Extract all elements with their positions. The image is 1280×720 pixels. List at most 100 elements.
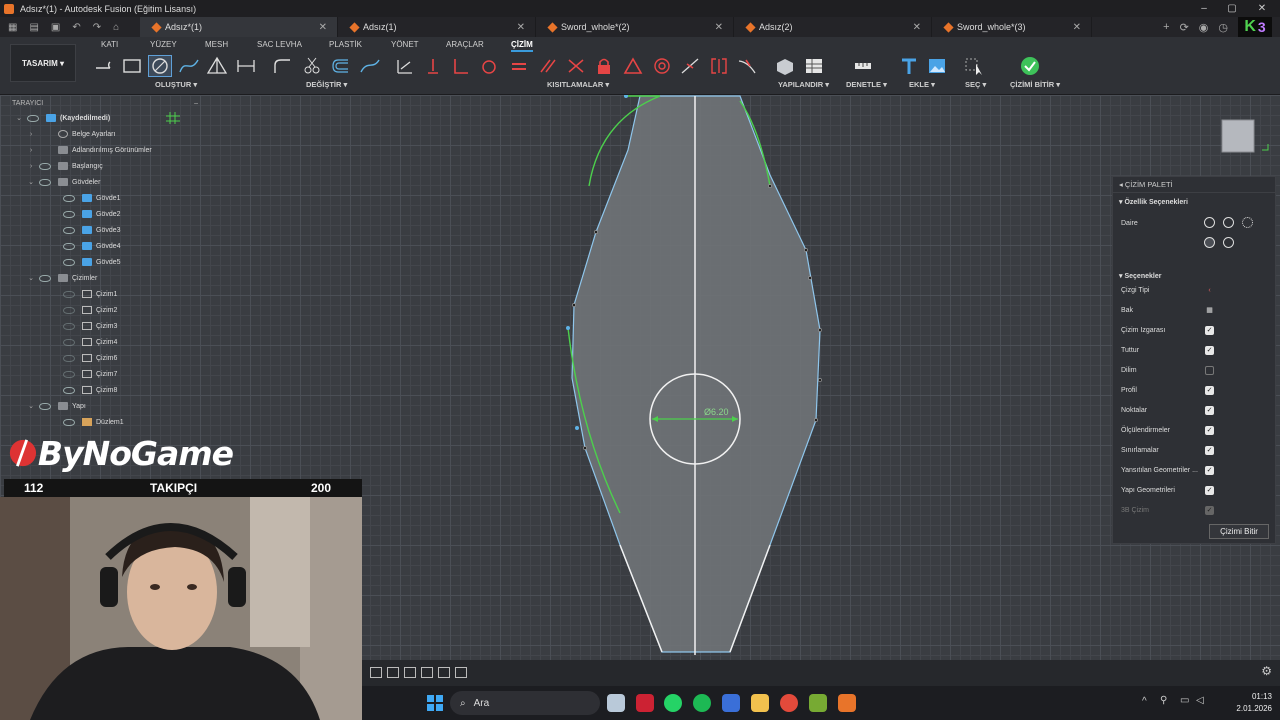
browser-item[interactable]: › Başlangıç: [6, 158, 202, 174]
app-icon-red[interactable]: [636, 694, 654, 712]
insert-group-label[interactable]: EKLE ▾: [909, 80, 935, 89]
select-cursor-icon[interactable]: [962, 55, 986, 77]
doc-tab-5[interactable]: Sword_whole*(3) ✕: [932, 17, 1092, 37]
collinear-icon[interactable]: [564, 55, 588, 77]
close-tab-icon[interactable]: ✕: [715, 22, 723, 33]
timeline-feature-icon[interactable]: [455, 667, 467, 678]
concentric-icon[interactable]: [650, 55, 674, 77]
tangent-circle-icon[interactable]: [1204, 237, 1215, 248]
fusion-taskbar-icon[interactable]: [838, 694, 856, 712]
browser-item[interactable]: Çizim3: [6, 318, 202, 334]
line-type-icon[interactable]: ‹: [1205, 286, 1214, 295]
browser-item[interactable]: Gövde2: [6, 206, 202, 222]
tray-chevron-icon[interactable]: ^: [1142, 696, 1147, 707]
ribbon-tab-mesh[interactable]: MESH: [205, 40, 228, 49]
create-group-label[interactable]: OLUŞTUR ▾: [155, 80, 197, 89]
close-window-button[interactable]: ✕: [1248, 0, 1276, 17]
palette-option-checkbox[interactable]: ✓: [1205, 465, 1214, 475]
palette-option-checkbox[interactable]: ✓: [1205, 505, 1214, 515]
configure-group-label[interactable]: YAPILANDIR ▾: [778, 80, 829, 89]
extend-tool-icon[interactable]: [358, 55, 382, 77]
visibility-eye-icon[interactable]: [63, 210, 75, 218]
chrome-icon[interactable]: [780, 694, 798, 712]
palette-option-checkbox[interactable]: ✓: [1205, 385, 1214, 395]
line-tool-icon[interactable]: [92, 55, 116, 77]
ribbon-tab-sketch[interactable]: ÇİZİM: [511, 40, 533, 52]
select-group-label[interactable]: SEÇ ▾: [965, 80, 986, 89]
palette-option-checkbox[interactable]: ✓: [1205, 345, 1214, 355]
doc-tab-3[interactable]: Sword_whole*(2) ✕: [536, 17, 734, 37]
microphone-icon[interactable]: ⚲: [1160, 695, 1167, 706]
new-tab-icon[interactable]: +: [1163, 21, 1169, 33]
constraints-group-label[interactable]: KISITLAMALAR ▾: [547, 80, 609, 89]
visibility-eye-icon[interactable]: [27, 114, 39, 122]
close-tab-icon[interactable]: ✕: [517, 22, 525, 33]
taskbar-clock[interactable]: 01:13 2.01.2026: [1236, 691, 1272, 715]
close-tab-icon[interactable]: ✕: [1073, 22, 1081, 33]
browser-item[interactable]: ⌄ Çizimler: [6, 270, 202, 286]
close-tab-icon[interactable]: ✕: [319, 22, 327, 33]
browser-item[interactable]: Çizim4: [6, 334, 202, 350]
visibility-eye-icon[interactable]: [63, 322, 75, 330]
visibility-eye-icon[interactable]: [63, 258, 75, 266]
maximize-button[interactable]: ▢: [1218, 0, 1246, 17]
doc-tab-2[interactable]: Adsız(1) ✕: [338, 17, 536, 37]
workspace-switcher[interactable]: TASARIM ▾: [10, 44, 76, 82]
browser-item[interactable]: Çizim8: [6, 382, 202, 398]
browser-item[interactable]: Çizim7: [6, 366, 202, 382]
finish-sketch-button[interactable]: Çizimi Bitir: [1209, 524, 1269, 539]
look-at-icon[interactable]: ▦: [1205, 306, 1214, 315]
parallel-icon[interactable]: [536, 55, 560, 77]
ribbon-tab-manage[interactable]: YÖNET: [391, 40, 419, 49]
visibility-eye-icon[interactable]: [63, 242, 75, 250]
timeline-next-icon[interactable]: [421, 667, 433, 678]
doc-tab-4[interactable]: Adsız(2) ✕: [734, 17, 932, 37]
browser-item[interactable]: › Belge Ayarları: [6, 126, 202, 142]
insert-text-icon[interactable]: [897, 55, 921, 77]
visibility-eye-icon[interactable]: [63, 226, 75, 234]
finish-sketch-group-label[interactable]: ÇİZİMİ BİTİR ▾: [1010, 80, 1060, 89]
browser-item[interactable]: ⌄ Yapı: [6, 398, 202, 414]
modify-group-label[interactable]: DEĞİŞTİR ▾: [306, 80, 347, 89]
expand-arrow-icon[interactable]: ›: [26, 163, 36, 170]
file-explorer-icon[interactable]: [751, 694, 769, 712]
visibility-eye-icon[interactable]: [39, 178, 51, 186]
browser-item[interactable]: ⌄ Gövdeler: [6, 174, 202, 190]
task-view-icon[interactable]: [607, 694, 625, 712]
visibility-eye-icon[interactable]: [63, 418, 75, 426]
file-menu-icon[interactable]: ▤: [29, 22, 38, 33]
visibility-eye-icon[interactable]: [39, 162, 51, 170]
palette-option-checkbox[interactable]: ✓: [1205, 485, 1214, 495]
visibility-eye-icon[interactable]: [63, 354, 75, 362]
volume-icon[interactable]: ◁: [1196, 695, 1204, 706]
browser-item[interactable]: Çizim1: [6, 286, 202, 302]
palette-option-checkbox[interactable]: ✓: [1205, 405, 1214, 415]
browser-item[interactable]: Gövde1: [6, 190, 202, 206]
collapse-panel-icon[interactable]: –: [194, 100, 198, 107]
clock-icon[interactable]: ◷: [1218, 21, 1228, 34]
browser-item[interactable]: Çizim6: [6, 350, 202, 366]
ribbon-tab-sheet-metal[interactable]: SAC LEVHA: [257, 40, 302, 49]
palette-option-checkbox[interactable]: [1205, 365, 1214, 375]
visibility-eye-icon[interactable]: [63, 370, 75, 378]
polygon-tool-icon[interactable]: [205, 55, 229, 77]
doc-tab-1[interactable]: Adsız*(1) ✕: [140, 17, 338, 37]
spline-tool-icon[interactable]: [177, 55, 201, 77]
measure-icon[interactable]: [851, 55, 875, 77]
app-grid-icon[interactable]: ▦: [8, 22, 17, 33]
timeline-play-icon[interactable]: [404, 667, 416, 678]
whatsapp-icon[interactable]: [664, 694, 682, 712]
center-diameter-circle-icon[interactable]: [1204, 217, 1215, 228]
browser-item[interactable]: ⌄ (Kaydedilmedi): [6, 110, 202, 126]
three-point-circle-icon[interactable]: [1242, 217, 1253, 228]
expand-arrow-icon[interactable]: ⌄: [26, 178, 36, 186]
visibility-eye-icon[interactable]: [63, 290, 75, 298]
fix-lock-icon[interactable]: [592, 55, 616, 77]
equal-icon[interactable]: [507, 55, 531, 77]
visibility-eye-icon[interactable]: [63, 194, 75, 202]
minimize-button[interactable]: –: [1190, 0, 1218, 17]
visibility-eye-icon[interactable]: [63, 338, 75, 346]
insert-image-icon[interactable]: [925, 55, 949, 77]
ribbon-tab-surface[interactable]: YÜZEY: [150, 40, 177, 49]
tangent-icon[interactable]: [477, 55, 501, 77]
